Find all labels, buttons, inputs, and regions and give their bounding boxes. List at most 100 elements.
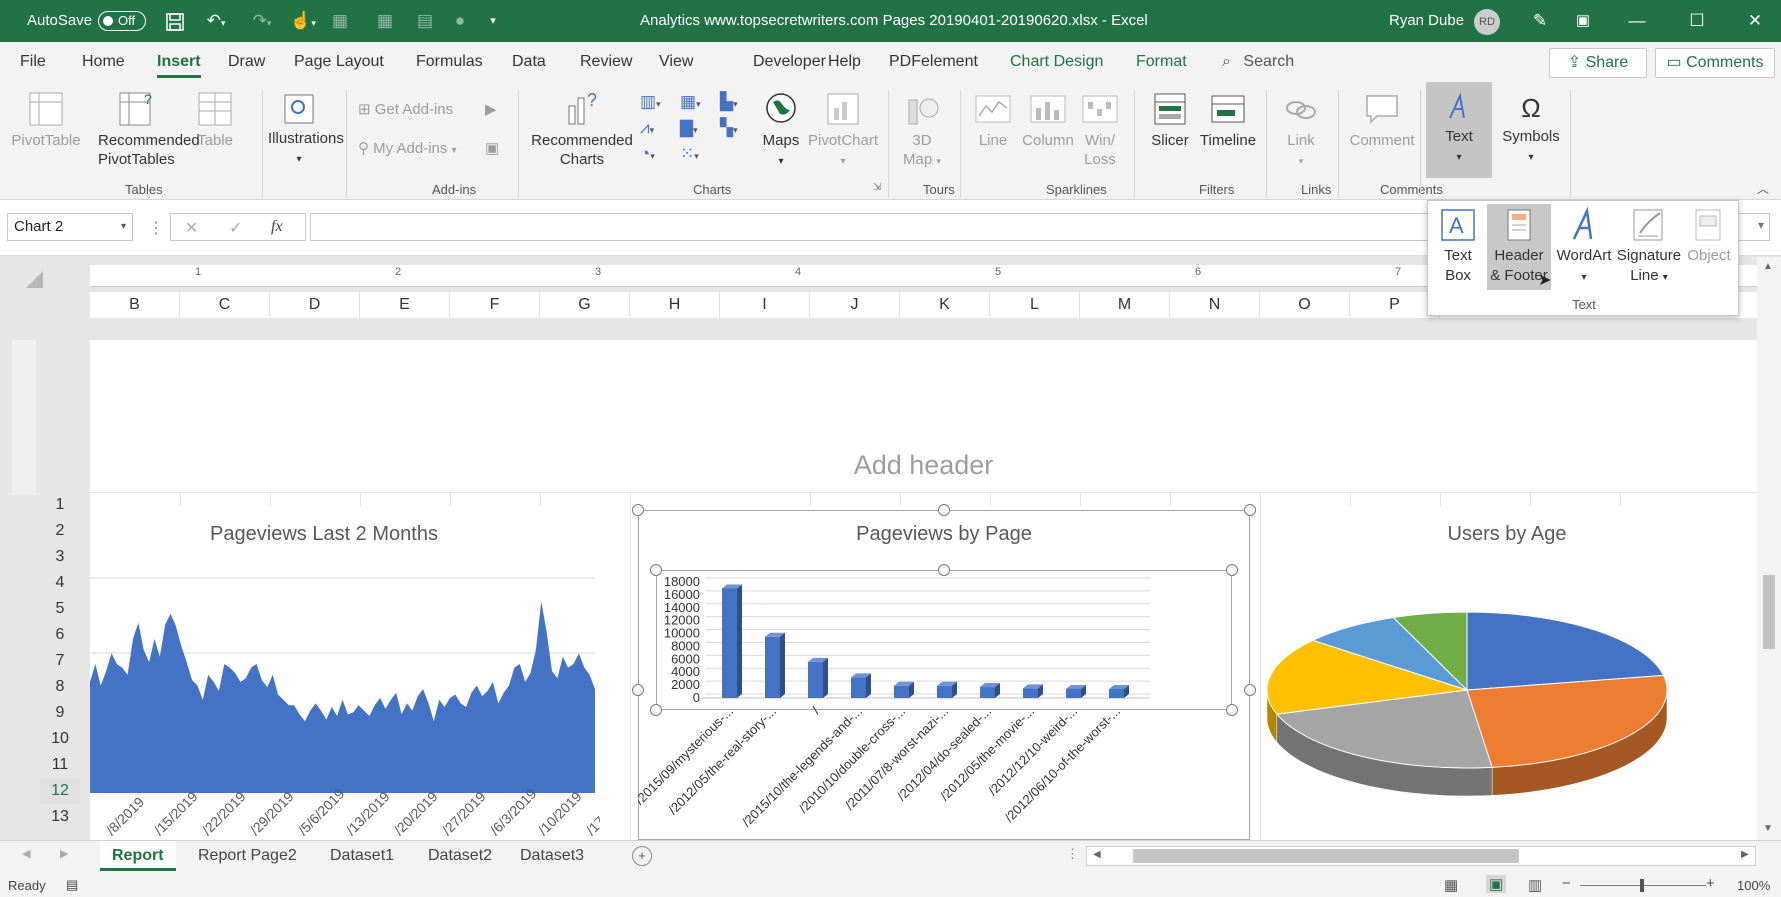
row-header-6[interactable]: 6 [40,622,80,648]
resize-handle[interactable] [1244,684,1256,696]
name-box[interactable]: Chart 2 ▾ [7,213,133,241]
plot-area-handle[interactable] [1226,704,1238,716]
pivotchart-button[interactable]: PivotChart ▾ [808,90,878,171]
bar[interactable] [851,677,866,698]
text-button[interactable]: Text ▾ [1426,82,1492,178]
page-break-view-icon[interactable]: ▥ [1528,876,1542,894]
add-header-placeholder[interactable]: Add header [90,450,1757,481]
bar[interactable] [808,661,823,698]
page-layout-view-icon[interactable]: ▣ [1486,875,1507,893]
sheet-tab-dataset1[interactable]: Dataset1 [318,841,406,871]
tab-page-layout[interactable]: Page Layout [294,42,384,82]
collapse-ribbon-icon[interactable]: ︿ [1757,180,1769,197]
touch-mode-icon[interactable]: ☝▾ [285,0,321,42]
sparkline-column-button[interactable]: Column [1020,90,1076,150]
undo-icon[interactable]: ↶▾ [198,0,234,42]
plot-area-handle[interactable] [938,564,950,576]
scroll-up-icon[interactable]: ▲ [1763,261,1773,272]
tab-format[interactable]: Format [1136,42,1187,82]
insert-function-icon[interactable]: fx [271,218,283,236]
qat-icon-1[interactable]: ▦ [325,0,355,42]
tab-formulas[interactable]: Formulas [416,42,483,82]
column-header-b[interactable]: B [90,292,180,318]
combo-chart-icon[interactable]: ▚▾ [720,118,738,138]
maximize-icon[interactable]: ☐ [1682,0,1712,42]
row-header-10[interactable]: 10 [40,726,80,752]
zoom-out-icon[interactable]: − [1562,875,1571,892]
pen-icon[interactable]: ✎ [1525,0,1555,42]
bar[interactable] [1023,688,1038,698]
maps-button[interactable]: Maps ▾ [756,90,806,171]
sheet-tab-report[interactable]: Report [100,841,176,871]
tab-help[interactable]: Help [828,42,861,82]
dialog-launcher-icon[interactable]: ⇲ [873,182,881,193]
zoom-in-icon[interactable]: + [1706,875,1715,892]
scroll-thumb[interactable] [1763,575,1775,649]
get-addins-button[interactable]: ⊞ Get Add-ins [358,100,453,118]
row-header-5[interactable]: 5 [40,596,80,622]
tab-developer[interactable]: Developer [753,42,826,82]
wordart-button[interactable]: WordArt ▾ [1552,207,1616,288]
scroll-left-icon[interactable]: ◀ [1093,849,1101,860]
chart-title[interactable]: Users by Age [1262,523,1752,546]
user-name[interactable]: Ryan Dube [1389,0,1464,42]
area-series[interactable] [90,601,595,793]
3d-map-button[interactable]: 3D Map ▾ [894,90,950,171]
resize-handle[interactable] [632,684,644,696]
table-button[interactable]: Table [190,90,240,150]
comment-button[interactable]: Comment [1346,90,1418,150]
area-chart[interactable]: /8/2019/15/2019/22/2019/29/2019/5/6/2019… [90,550,600,840]
tab-data[interactable]: Data [512,42,546,82]
bing-icon[interactable]: ▶ [485,100,497,118]
column-header-l[interactable]: L [990,292,1080,318]
zoom-slider-thumb[interactable] [1640,879,1644,892]
object-button[interactable]: Object [1684,207,1734,266]
resize-handle[interactable] [1244,504,1256,516]
row-header-12[interactable]: 12 [40,778,80,804]
column-header-i[interactable]: I [720,292,810,318]
expand-formula-bar-icon[interactable]: ▾ [1758,218,1764,232]
plot-area-handle[interactable] [1226,564,1238,576]
column-header-f[interactable]: F [450,292,540,318]
bar[interactable] [937,685,952,698]
row-header-9[interactable]: 9 [40,700,80,726]
pivottable-button[interactable]: PivotTable [10,90,82,150]
link-button[interactable]: Link ▾ [1280,90,1322,171]
sheet-tab-report-page2[interactable]: Report Page2 [186,841,309,871]
scroll-right-icon[interactable]: ▶ [1741,849,1749,860]
tab-view[interactable]: View [659,42,693,82]
column-header-e[interactable]: E [360,292,450,318]
cancel-icon[interactable]: ✕ [185,218,198,238]
comments-button[interactable]: ▭ Comments [1655,48,1775,78]
save-icon[interactable] [160,0,190,42]
macro-recording-icon[interactable]: ▤ [66,877,78,893]
column-header-d[interactable]: D [270,292,360,318]
sparkline-winloss-button[interactable]: Win/Loss [1078,90,1122,169]
statistic-chart-icon[interactable]: ▇▾ [680,118,698,138]
horizontal-scroll-thumb[interactable] [1133,849,1519,863]
vertical-scrollbar[interactable]: ▲ ▼ [1757,257,1781,840]
autosave-toggle[interactable]: Off [98,11,146,31]
horizontal-scrollbar[interactable]: ◀ ▶ [1086,846,1756,866]
pie-chart-icon[interactable]: ◔▾ [640,144,655,164]
timeline-button[interactable]: Timeline [1196,90,1260,150]
waterfall-chart-icon[interactable]: ▙▾ [720,92,738,112]
bar-chart[interactable]: 0200040006000800010000120001400016000180… [638,568,1250,840]
sparkline-line-button[interactable]: Line [968,90,1018,150]
bar[interactable] [894,685,909,698]
column-header-n[interactable]: N [1170,292,1260,318]
column-header-h[interactable]: H [630,292,720,318]
resize-handle[interactable] [632,504,644,516]
bar[interactable] [1066,688,1081,698]
customize-qat-icon[interactable]: ▾ [480,0,506,42]
row-header-4[interactable]: 4 [40,570,80,596]
resize-handle[interactable] [938,504,950,516]
column-header-m[interactable]: M [1080,292,1170,318]
chart-title[interactable]: Pageviews Last 2 Months [90,523,558,546]
scroll-down-icon[interactable]: ▼ [1763,823,1773,834]
tab-splitter-icon[interactable]: ⋮ [1066,846,1079,862]
close-icon[interactable]: ✕ [1740,0,1770,42]
recommended-pivottables-button[interactable]: ? Recommended PivotTables [98,90,200,169]
new-sheet-button[interactable]: + [632,846,652,866]
ribbon-display-icon[interactable]: ▣ [1568,0,1598,42]
